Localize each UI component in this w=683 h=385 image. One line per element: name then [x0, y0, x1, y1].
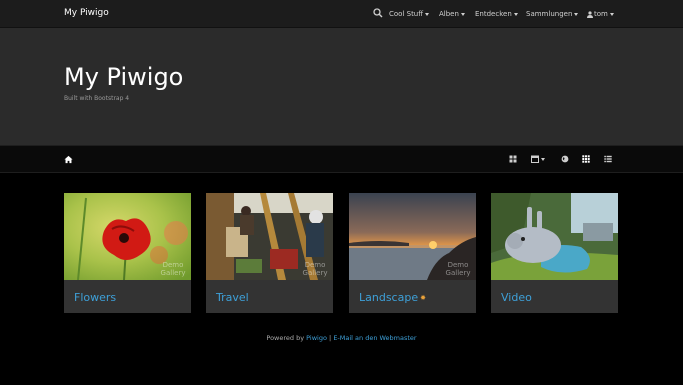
chevron-down-icon [609, 12, 614, 16]
album-title[interactable]: Video [501, 291, 532, 304]
chevron-down-icon [574, 12, 579, 16]
album-thumbnail[interactable]: Demo Gallery [206, 193, 333, 280]
new-badge-icon: ✸ [420, 294, 426, 302]
page-subtitle: Built with Bootstrap 4 [64, 95, 130, 102]
page-title: My Piwigo [64, 63, 184, 91]
grid-icon[interactable] [509, 155, 517, 163]
album-thumbnail[interactable]: Demo Gallery [64, 193, 191, 280]
album-card-landscape[interactable]: Demo Gallery Landscape ✸ [349, 193, 476, 313]
menu-user[interactable]: tom [587, 10, 614, 18]
brand-link[interactable]: My Piwigo [64, 8, 109, 18]
search-icon[interactable] [373, 8, 383, 18]
menu-cool-stuff[interactable]: Cool Stuff [389, 10, 430, 18]
globe-icon[interactable] [561, 155, 569, 163]
jumbotron: My Piwigo Built with Bootstrap 4 [0, 28, 683, 145]
album-title[interactable]: Landscape ✸ [359, 291, 426, 304]
toolbar [0, 145, 683, 173]
footer-separator: | [329, 334, 332, 342]
piwigo-link[interactable]: Piwigo [306, 334, 327, 342]
calendar-icon [531, 155, 539, 163]
webmaster-email-link[interactable]: E-Mail an den Webmaster [333, 334, 416, 342]
calendar-dropdown[interactable] [531, 155, 547, 163]
thumbnail-watermark: Demo Gallery [160, 261, 186, 277]
footer-powered-by: Powered by [266, 334, 305, 342]
album-thumbnail[interactable]: Demo Gallery [349, 193, 476, 280]
album-card-flowers[interactable]: Demo Gallery Flowers [64, 193, 191, 313]
album-thumbnail[interactable] [491, 193, 618, 280]
chevron-down-icon [460, 12, 465, 16]
grid-small-icon[interactable] [582, 155, 590, 163]
chevron-down-icon [513, 12, 518, 16]
user-icon [587, 10, 593, 18]
chevron-down-icon [425, 12, 430, 16]
menu-entdecken[interactable]: Entdecken [475, 10, 518, 18]
album-card-video[interactable]: Video [491, 193, 618, 313]
album-title[interactable]: Flowers [74, 291, 116, 304]
menu-sammlungen[interactable]: Sammlungen [526, 10, 579, 18]
album-card-travel[interactable]: Demo Gallery Travel [206, 193, 333, 313]
thumbnail-watermark: Demo Gallery [302, 261, 328, 277]
home-icon[interactable] [64, 155, 73, 164]
top-navbar: My Piwigo Cool Stuff Alben Entdecken Sam… [0, 0, 683, 28]
chevron-down-icon [541, 158, 545, 161]
thumbnail-watermark: Demo Gallery [445, 261, 471, 277]
footer: Powered by Piwigo | E-Mail an den Webmas… [0, 334, 683, 342]
album-title[interactable]: Travel [216, 291, 249, 304]
list-icon[interactable] [604, 155, 612, 163]
menu-alben[interactable]: Alben [439, 10, 465, 18]
